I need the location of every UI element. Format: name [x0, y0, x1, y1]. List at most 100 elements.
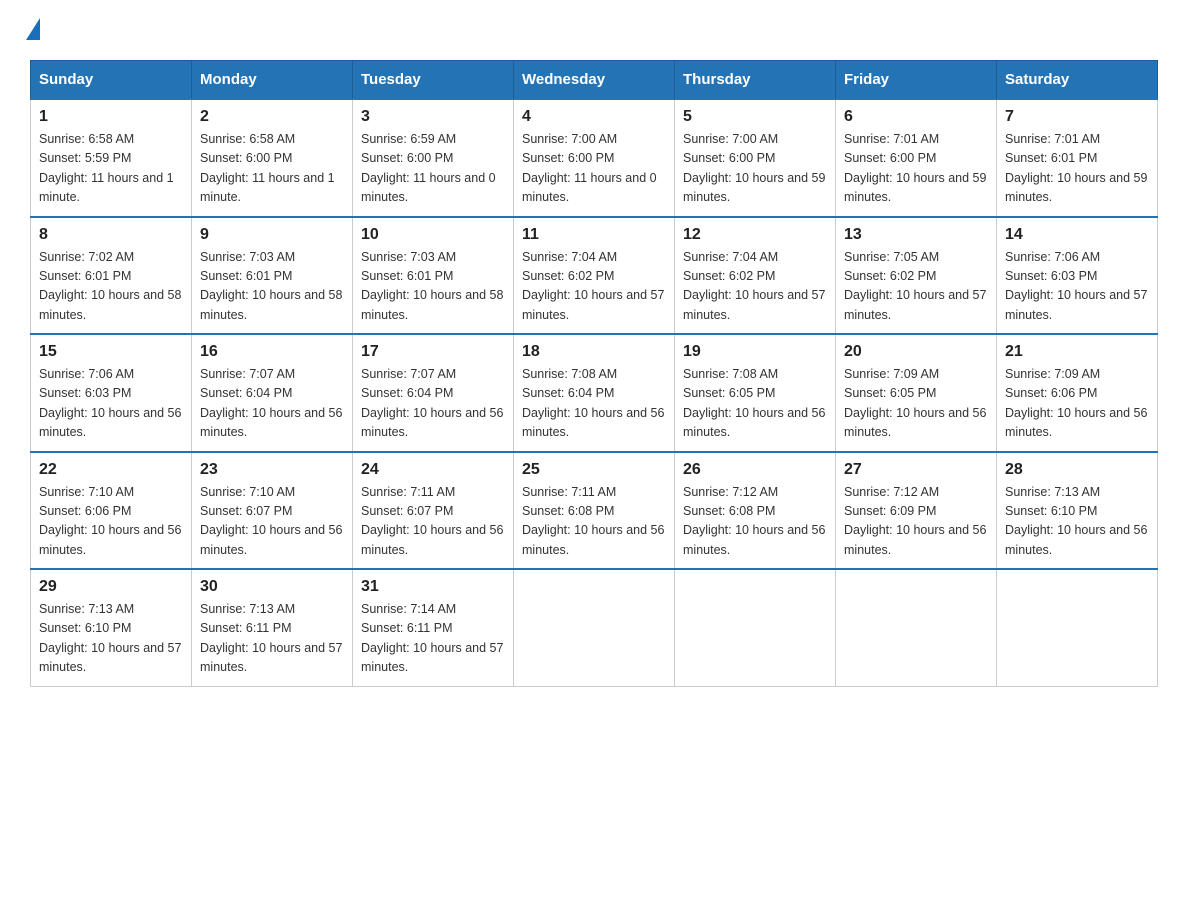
- weekday-header-friday: Friday: [836, 61, 997, 100]
- day-number: 19: [683, 343, 827, 361]
- calendar-cell: 1 Sunrise: 6:58 AM Sunset: 5:59 PM Dayli…: [31, 99, 192, 217]
- day-info: Sunrise: 7:04 AM Sunset: 6:02 PM Dayligh…: [683, 248, 827, 326]
- calendar-cell: 10 Sunrise: 7:03 AM Sunset: 6:01 PM Dayl…: [353, 217, 514, 335]
- calendar-cell: [675, 569, 836, 686]
- calendar-table: SundayMondayTuesdayWednesdayThursdayFrid…: [30, 60, 1158, 687]
- day-info: Sunrise: 7:06 AM Sunset: 6:03 PM Dayligh…: [39, 365, 183, 443]
- calendar-cell: 29 Sunrise: 7:13 AM Sunset: 6:10 PM Dayl…: [31, 569, 192, 686]
- calendar-cell: 12 Sunrise: 7:04 AM Sunset: 6:02 PM Dayl…: [675, 217, 836, 335]
- calendar-cell: 2 Sunrise: 6:58 AM Sunset: 6:00 PM Dayli…: [192, 99, 353, 217]
- day-info: Sunrise: 7:14 AM Sunset: 6:11 PM Dayligh…: [361, 600, 505, 678]
- day-info: Sunrise: 7:06 AM Sunset: 6:03 PM Dayligh…: [1005, 248, 1149, 326]
- weekday-header-saturday: Saturday: [997, 61, 1158, 100]
- day-number: 15: [39, 343, 183, 361]
- day-info: Sunrise: 7:09 AM Sunset: 6:05 PM Dayligh…: [844, 365, 988, 443]
- day-info: Sunrise: 7:09 AM Sunset: 6:06 PM Dayligh…: [1005, 365, 1149, 443]
- calendar-cell: 3 Sunrise: 6:59 AM Sunset: 6:00 PM Dayli…: [353, 99, 514, 217]
- calendar-cell: 5 Sunrise: 7:00 AM Sunset: 6:00 PM Dayli…: [675, 99, 836, 217]
- day-number: 24: [361, 461, 505, 479]
- calendar-cell: 17 Sunrise: 7:07 AM Sunset: 6:04 PM Dayl…: [353, 334, 514, 452]
- calendar-cell: 26 Sunrise: 7:12 AM Sunset: 6:08 PM Dayl…: [675, 452, 836, 570]
- day-info: Sunrise: 7:12 AM Sunset: 6:09 PM Dayligh…: [844, 483, 988, 561]
- day-number: 26: [683, 461, 827, 479]
- day-number: 21: [1005, 343, 1149, 361]
- day-number: 27: [844, 461, 988, 479]
- day-info: Sunrise: 7:00 AM Sunset: 6:00 PM Dayligh…: [522, 130, 666, 208]
- calendar-cell: 15 Sunrise: 7:06 AM Sunset: 6:03 PM Dayl…: [31, 334, 192, 452]
- calendar-week-row: 22 Sunrise: 7:10 AM Sunset: 6:06 PM Dayl…: [31, 452, 1158, 570]
- day-info: Sunrise: 7:07 AM Sunset: 6:04 PM Dayligh…: [361, 365, 505, 443]
- day-number: 14: [1005, 226, 1149, 244]
- day-number: 1: [39, 108, 183, 126]
- day-info: Sunrise: 7:13 AM Sunset: 6:10 PM Dayligh…: [1005, 483, 1149, 561]
- day-number: 20: [844, 343, 988, 361]
- calendar-cell: [514, 569, 675, 686]
- calendar-cell: 13 Sunrise: 7:05 AM Sunset: 6:02 PM Dayl…: [836, 217, 997, 335]
- day-info: Sunrise: 7:13 AM Sunset: 6:11 PM Dayligh…: [200, 600, 344, 678]
- page-header: [30, 20, 1158, 40]
- day-number: 28: [1005, 461, 1149, 479]
- calendar-cell: 4 Sunrise: 7:00 AM Sunset: 6:00 PM Dayli…: [514, 99, 675, 217]
- day-number: 7: [1005, 108, 1149, 126]
- weekday-header-row: SundayMondayTuesdayWednesdayThursdayFrid…: [31, 61, 1158, 100]
- calendar-cell: 23 Sunrise: 7:10 AM Sunset: 6:07 PM Dayl…: [192, 452, 353, 570]
- day-info: Sunrise: 6:59 AM Sunset: 6:00 PM Dayligh…: [361, 130, 505, 208]
- day-number: 9: [200, 226, 344, 244]
- weekday-header-sunday: Sunday: [31, 61, 192, 100]
- day-number: 25: [522, 461, 666, 479]
- calendar-cell: 8 Sunrise: 7:02 AM Sunset: 6:01 PM Dayli…: [31, 217, 192, 335]
- day-number: 2: [200, 108, 344, 126]
- day-info: Sunrise: 7:12 AM Sunset: 6:08 PM Dayligh…: [683, 483, 827, 561]
- calendar-cell: 20 Sunrise: 7:09 AM Sunset: 6:05 PM Dayl…: [836, 334, 997, 452]
- day-number: 6: [844, 108, 988, 126]
- day-number: 3: [361, 108, 505, 126]
- day-info: Sunrise: 7:03 AM Sunset: 6:01 PM Dayligh…: [200, 248, 344, 326]
- weekday-header-wednesday: Wednesday: [514, 61, 675, 100]
- day-info: Sunrise: 7:01 AM Sunset: 6:00 PM Dayligh…: [844, 130, 988, 208]
- day-number: 30: [200, 578, 344, 596]
- day-number: 12: [683, 226, 827, 244]
- day-info: Sunrise: 7:01 AM Sunset: 6:01 PM Dayligh…: [1005, 130, 1149, 208]
- calendar-cell: 6 Sunrise: 7:01 AM Sunset: 6:00 PM Dayli…: [836, 99, 997, 217]
- calendar-cell: 7 Sunrise: 7:01 AM Sunset: 6:01 PM Dayli…: [997, 99, 1158, 217]
- day-number: 23: [200, 461, 344, 479]
- calendar-cell: 14 Sunrise: 7:06 AM Sunset: 6:03 PM Dayl…: [997, 217, 1158, 335]
- calendar-cell: 22 Sunrise: 7:10 AM Sunset: 6:06 PM Dayl…: [31, 452, 192, 570]
- day-info: Sunrise: 7:03 AM Sunset: 6:01 PM Dayligh…: [361, 248, 505, 326]
- day-info: Sunrise: 7:08 AM Sunset: 6:05 PM Dayligh…: [683, 365, 827, 443]
- logo: [30, 20, 40, 40]
- calendar-cell: 30 Sunrise: 7:13 AM Sunset: 6:11 PM Dayl…: [192, 569, 353, 686]
- calendar-cell: 31 Sunrise: 7:14 AM Sunset: 6:11 PM Dayl…: [353, 569, 514, 686]
- calendar-cell: 16 Sunrise: 7:07 AM Sunset: 6:04 PM Dayl…: [192, 334, 353, 452]
- day-number: 4: [522, 108, 666, 126]
- day-info: Sunrise: 6:58 AM Sunset: 5:59 PM Dayligh…: [39, 130, 183, 208]
- calendar-cell: 19 Sunrise: 7:08 AM Sunset: 6:05 PM Dayl…: [675, 334, 836, 452]
- day-info: Sunrise: 7:11 AM Sunset: 6:07 PM Dayligh…: [361, 483, 505, 561]
- calendar-week-row: 1 Sunrise: 6:58 AM Sunset: 5:59 PM Dayli…: [31, 99, 1158, 217]
- calendar-cell: 25 Sunrise: 7:11 AM Sunset: 6:08 PM Dayl…: [514, 452, 675, 570]
- day-info: Sunrise: 7:05 AM Sunset: 6:02 PM Dayligh…: [844, 248, 988, 326]
- day-info: Sunrise: 7:04 AM Sunset: 6:02 PM Dayligh…: [522, 248, 666, 326]
- day-number: 13: [844, 226, 988, 244]
- calendar-cell: 11 Sunrise: 7:04 AM Sunset: 6:02 PM Dayl…: [514, 217, 675, 335]
- day-number: 17: [361, 343, 505, 361]
- day-info: Sunrise: 7:10 AM Sunset: 6:06 PM Dayligh…: [39, 483, 183, 561]
- day-number: 29: [39, 578, 183, 596]
- weekday-header-monday: Monday: [192, 61, 353, 100]
- day-info: Sunrise: 7:00 AM Sunset: 6:00 PM Dayligh…: [683, 130, 827, 208]
- day-number: 8: [39, 226, 183, 244]
- day-info: Sunrise: 7:08 AM Sunset: 6:04 PM Dayligh…: [522, 365, 666, 443]
- day-number: 31: [361, 578, 505, 596]
- day-info: Sunrise: 7:07 AM Sunset: 6:04 PM Dayligh…: [200, 365, 344, 443]
- calendar-cell: 18 Sunrise: 7:08 AM Sunset: 6:04 PM Dayl…: [514, 334, 675, 452]
- calendar-cell: 21 Sunrise: 7:09 AM Sunset: 6:06 PM Dayl…: [997, 334, 1158, 452]
- calendar-cell: 28 Sunrise: 7:13 AM Sunset: 6:10 PM Dayl…: [997, 452, 1158, 570]
- weekday-header-tuesday: Tuesday: [353, 61, 514, 100]
- calendar-week-row: 29 Sunrise: 7:13 AM Sunset: 6:10 PM Dayl…: [31, 569, 1158, 686]
- day-info: Sunrise: 7:02 AM Sunset: 6:01 PM Dayligh…: [39, 248, 183, 326]
- day-number: 5: [683, 108, 827, 126]
- calendar-week-row: 15 Sunrise: 7:06 AM Sunset: 6:03 PM Dayl…: [31, 334, 1158, 452]
- calendar-cell: 24 Sunrise: 7:11 AM Sunset: 6:07 PM Dayl…: [353, 452, 514, 570]
- calendar-week-row: 8 Sunrise: 7:02 AM Sunset: 6:01 PM Dayli…: [31, 217, 1158, 335]
- day-number: 16: [200, 343, 344, 361]
